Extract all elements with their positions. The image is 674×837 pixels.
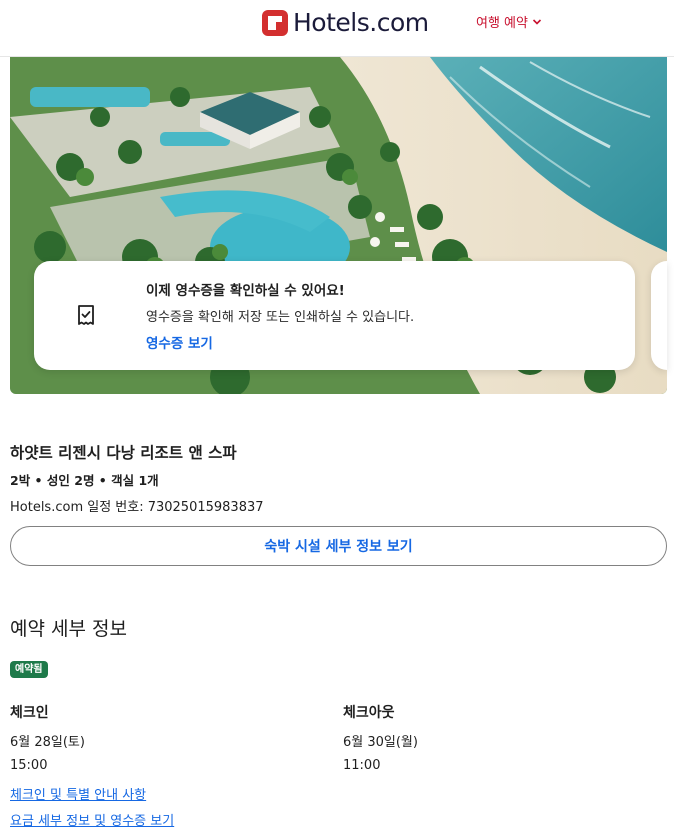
next-card-peek[interactable] [651,261,667,370]
property-name: 하얏트 리젠시 다낭 리조트 앤 스파 [10,444,237,462]
checkin-instructions-link[interactable]: 체크인 및 특별 안내 사항 [10,784,146,803]
checkout-date: 6월 30일(월) [343,735,418,750]
brand-name: Hotels.com [293,8,429,37]
trips-menu-label: 여행 예약 [476,16,528,31]
hotels-logo[interactable]: Hotels.com [262,8,429,37]
price-details-link[interactable]: 요금 세부 정보 및 영수증 보기 [10,810,174,829]
trips-menu-button[interactable]: 여행 예약 [476,12,542,31]
itinerary-number: Hotels.com 일정 번호: 73025015983837 [10,500,264,515]
view-receipt-link[interactable]: 영수증 보기 [146,332,213,352]
receipt-notice-title: 이제 영수증을 확인하실 수 있어요! [146,283,345,299]
booking-details-title: 예약 세부 정보 [10,618,127,640]
checkout-label: 체크아웃 [343,705,395,721]
checkin-time: 15:00 [10,758,48,773]
checkin-date: 6월 28일(토) [10,735,85,750]
receipt-notice-description: 영수증을 확인해 저장 또는 인쇄하실 수 있습니다. [146,310,415,325]
property-details-button[interactable]: 숙박 시설 세부 정보 보기 [10,526,667,566]
stay-summary: 2박 • 성인 2명 • 객실 1개 [10,473,159,488]
hotels-logo-icon [262,9,288,36]
checkout-time: 11:00 [343,758,381,773]
checkin-label: 체크인 [10,705,49,721]
receipt-notice-card: 이제 영수증을 확인하실 수 있어요! 영수증을 확인해 저장 또는 인쇄하실 … [34,261,635,370]
chevron-down-icon [532,18,542,25]
receipt-icon [78,305,94,325]
status-badge: 예약됨 [10,661,48,678]
top-header: Hotels.com 여행 예약 [0,0,674,57]
